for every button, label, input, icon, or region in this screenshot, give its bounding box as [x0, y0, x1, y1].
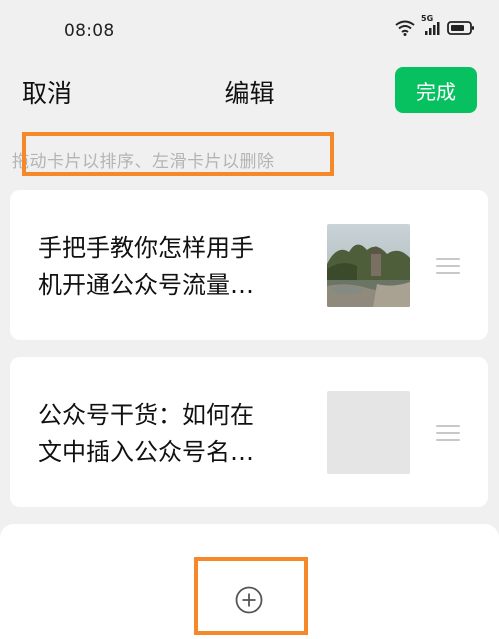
article-title-line: 手把手教你怎样用手 [38, 234, 254, 262]
sort-hint-text: 拖动卡片以排序、左滑卡片以删除 [12, 152, 275, 172]
nav-bar: 取消 编辑 完成 [0, 56, 499, 124]
status-bar: 08:08 5G [0, 0, 499, 56]
status-time: 08:08 [64, 21, 115, 41]
article-card[interactable]: 手把手教你怎样用手 机开通公众号流量… [10, 190, 488, 340]
article-title-line: 机开通公众号流量… [38, 271, 254, 299]
article-title-line: 文中插入公众号名… [38, 438, 254, 466]
wifi-icon [395, 20, 415, 36]
article-card[interactable]: 公众号干货：如何在 文中插入公众号名… [10, 357, 488, 507]
status-icons: 5G [395, 14, 475, 36]
drag-handle-icon[interactable] [436, 425, 460, 441]
signal-icon: 5G [421, 14, 441, 36]
network-label: 5G [421, 14, 434, 23]
article-thumbnail-placeholder [327, 391, 410, 474]
battery-icon [447, 20, 475, 36]
article-title-line: 公众号干货：如何在 [38, 401, 254, 429]
add-circle-icon[interactable] [235, 586, 263, 614]
add-article-area [0, 524, 499, 639]
article-title: 公众号干货：如何在 文中插入公众号名… [38, 397, 300, 471]
article-thumbnail [327, 224, 410, 307]
drag-handle-icon[interactable] [436, 258, 460, 274]
done-button[interactable]: 完成 [395, 67, 477, 113]
article-title: 手把手教你怎样用手 机开通公众号流量… [38, 230, 300, 304]
